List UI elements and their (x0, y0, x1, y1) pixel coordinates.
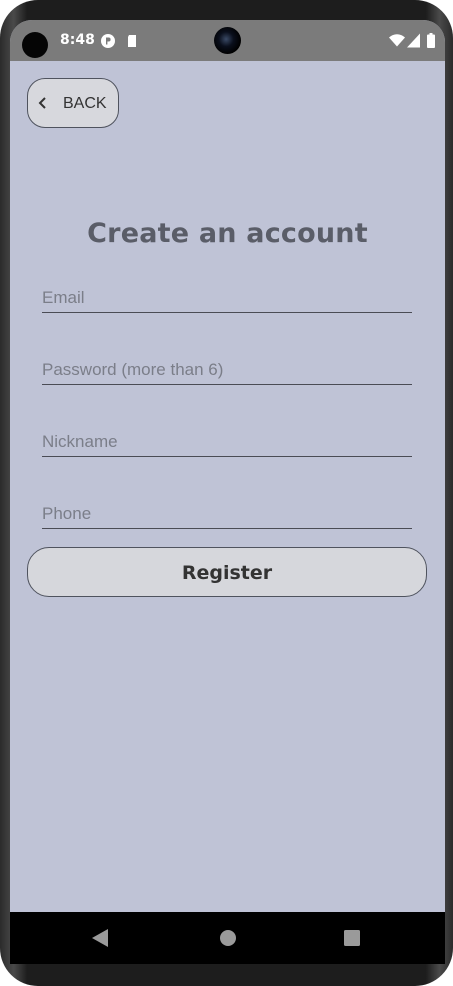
cell-signal-icon (407, 33, 420, 48)
register-button[interactable]: Register (27, 547, 427, 597)
front-camera (214, 27, 241, 54)
back-triangle-icon[interactable] (92, 929, 108, 947)
p-notification-icon (101, 34, 115, 48)
register-button-label: Register (181, 562, 273, 584)
punch-hole-dot (22, 32, 48, 58)
navigation-bar (10, 912, 445, 964)
battery-icon (427, 33, 435, 48)
phone-field (42, 488, 412, 529)
email-input[interactable] (42, 288, 412, 308)
sd-card-icon (128, 35, 136, 47)
status-bar: 8:48 (10, 20, 445, 61)
chevron-left-icon (38, 97, 46, 109)
password-input[interactable] (42, 360, 412, 380)
wifi-icon (389, 34, 405, 47)
app-screen: 8:48 BACK Create an account Email Nickna… (10, 20, 445, 962)
recents-square-icon[interactable] (344, 930, 360, 946)
page-title: Create an account (87, 218, 368, 249)
nickname-field (42, 416, 412, 457)
nickname-input[interactable] (42, 432, 412, 452)
back-button[interactable]: BACK (27, 78, 119, 128)
home-circle-icon[interactable] (219, 929, 237, 947)
phone-frame: 8:48 BACK Create an account Email Nickna… (0, 0, 453, 986)
email-field (42, 272, 412, 313)
back-button-label: BACK (63, 95, 107, 112)
password-field (42, 344, 412, 385)
status-time: 8:48 (60, 32, 95, 48)
phone-input[interactable] (42, 504, 412, 524)
